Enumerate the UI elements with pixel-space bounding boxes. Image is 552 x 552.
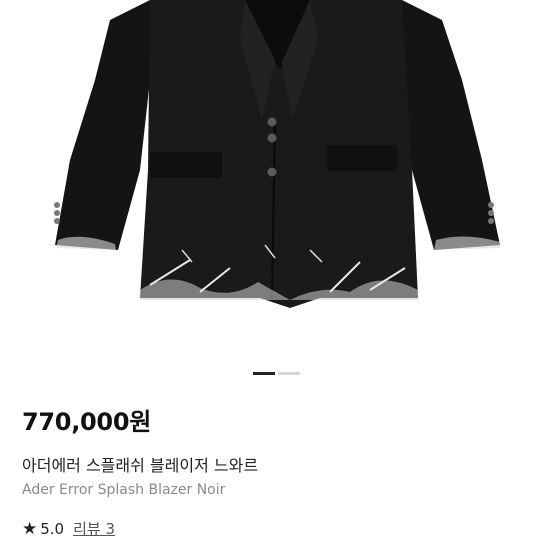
product-name-korean: 아더에러 스플래쉬 블레이저 느와르: [22, 456, 259, 475]
product-name-english: Ader Error Splash Blazer Noir: [22, 482, 226, 498]
gallery-page-indicator[interactable]: [0, 372, 552, 376]
product-image-gallery[interactable]: [0, 0, 552, 360]
page-indicator-active[interactable]: [253, 372, 275, 375]
product-photo: [54, 0, 500, 308]
review-count-link[interactable]: 리뷰 3: [73, 518, 115, 539]
product-price: 770,000원: [22, 408, 151, 436]
product-rating: ★ 5.0 리뷰 3: [22, 518, 115, 539]
page-indicator-inactive[interactable]: [278, 372, 300, 375]
rating-score: 5.0: [40, 519, 65, 538]
star-icon: ★: [22, 518, 38, 539]
